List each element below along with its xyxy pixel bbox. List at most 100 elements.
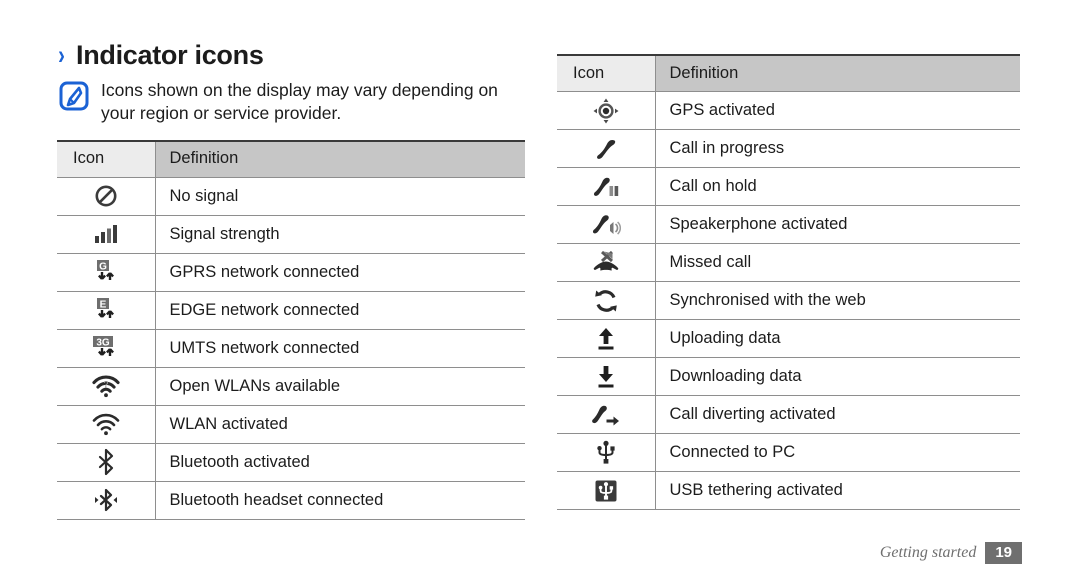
table-row: WLAN activated [57, 405, 525, 444]
icon-cell [57, 443, 156, 482]
svg-text:3G: 3G [96, 337, 110, 348]
icon-cell [557, 167, 656, 206]
gprs-network-icon: G [57, 254, 155, 291]
footer-section-label: Getting started [879, 543, 977, 561]
usb-connected-icon [557, 434, 655, 471]
page-title: › Indicator icons [57, 40, 525, 71]
icon-cell: 3G [57, 329, 156, 368]
icon-cell [557, 91, 656, 130]
icon-cell [557, 205, 656, 244]
chevron-right-icon: › [58, 40, 65, 70]
table-row: Call in progress [557, 129, 1020, 168]
icon-cell [557, 319, 656, 358]
table-row: Missed call [557, 243, 1020, 282]
definition-cell: Call in progress [655, 129, 1020, 168]
table-row: USB tethering activated [557, 471, 1020, 510]
usb-tethering-icon [557, 472, 655, 509]
svg-text:?: ? [103, 380, 109, 390]
speakerphone-icon [557, 206, 655, 243]
icon-cell [557, 395, 656, 434]
column-header-definition: Definition [155, 139, 525, 178]
table-row: Call diverting activated [557, 395, 1020, 434]
svg-text:G: G [99, 261, 107, 272]
table-row: Signal strength [57, 215, 525, 254]
call-diverting-icon [557, 396, 655, 433]
note-text: Icons shown on the display may vary depe… [101, 80, 498, 124]
icon-cell: G [57, 253, 156, 292]
open-wlan-icon: ? [57, 368, 155, 405]
no-signal-icon [57, 178, 155, 215]
definition-cell: Missed call [655, 243, 1020, 282]
table-header-row: Icon Definition [57, 139, 525, 178]
table-row: Connected to PC [557, 433, 1020, 472]
indicator-table-left: Icon Definition No signal Signal strengt… [57, 139, 525, 520]
gps-activated-icon [557, 92, 655, 129]
icon-cell [557, 129, 656, 168]
definition-cell: Call diverting activated [655, 395, 1020, 434]
icon-cell: E [57, 291, 156, 330]
icon-cell [57, 215, 156, 254]
umts-network-icon: 3G [57, 330, 155, 367]
manual-page: › Indicator icons Icons shown on the dis… [0, 0, 1080, 586]
sync-web-icon [557, 282, 655, 319]
call-on-hold-icon [557, 168, 655, 205]
icon-cell [57, 177, 156, 216]
indicator-table-right: Icon Definition GPS activated Call in pr… [557, 54, 1020, 510]
table-row: GPS activated [557, 91, 1020, 130]
note-callout: Icons shown on the display may vary depe… [59, 79, 525, 126]
icon-cell [57, 405, 156, 444]
download-data-icon [557, 358, 655, 395]
table-row: Speakerphone activated [557, 205, 1020, 244]
definition-cell: Synchronised with the web [655, 281, 1020, 320]
missed-call-icon [557, 244, 655, 281]
table-header-row: Icon Definition [557, 54, 1020, 92]
icon-cell [557, 281, 656, 320]
definition-cell: Call on hold [655, 167, 1020, 206]
definition-cell: Signal strength [155, 215, 525, 254]
table-row: 3G UMTS network connected [57, 329, 525, 368]
table-row: No signal [57, 177, 525, 216]
table-row: G GPRS network connected [57, 253, 525, 292]
upload-data-icon [557, 320, 655, 357]
definition-cell: EDGE network connected [155, 291, 525, 330]
table-row: Call on hold [557, 167, 1020, 206]
definition-cell: GPS activated [655, 91, 1020, 130]
definition-cell: GPRS network connected [155, 253, 525, 292]
icon-cell [557, 471, 656, 510]
bluetooth-activated-icon [57, 444, 155, 481]
definition-cell: Bluetooth headset connected [155, 481, 525, 520]
icon-cell [557, 433, 656, 472]
page-number: 19 [985, 541, 1022, 564]
definition-cell: No signal [155, 177, 525, 216]
page-title-text: Indicator icons [76, 40, 264, 70]
icon-cell [57, 481, 156, 520]
table-row: Bluetooth activated [57, 443, 525, 482]
definition-cell: USB tethering activated [655, 471, 1020, 510]
table-row: ? Open WLANs available [57, 367, 525, 406]
table-row: Synchronised with the web [557, 281, 1020, 320]
column-header-icon: Icon [57, 139, 156, 178]
icon-cell: ? [57, 367, 156, 406]
svg-text:E: E [99, 299, 106, 310]
page-footer: Getting started 19 [879, 541, 1022, 564]
wlan-activated-icon [57, 406, 155, 443]
table-row: Downloading data [557, 357, 1020, 396]
signal-strength-icon [57, 216, 155, 253]
icon-cell [557, 357, 656, 396]
table-row: E EDGE network connected [57, 291, 525, 330]
edge-network-icon: E [57, 292, 155, 329]
definition-cell: Downloading data [655, 357, 1020, 396]
definition-cell: Bluetooth activated [155, 443, 525, 482]
definition-cell: Open WLANs available [155, 367, 525, 406]
definition-cell: Connected to PC [655, 433, 1020, 472]
note-pen-icon [59, 81, 89, 111]
table-row: Bluetooth headset connected [57, 481, 525, 520]
column-header-definition: Definition [655, 54, 1020, 92]
definition-cell: UMTS network connected [155, 329, 525, 368]
definition-cell: Uploading data [655, 319, 1020, 358]
left-column: › Indicator icons Icons shown on the dis… [57, 40, 525, 520]
definition-cell: Speakerphone activated [655, 205, 1020, 244]
column-header-icon: Icon [557, 54, 656, 92]
definition-cell: WLAN activated [155, 405, 525, 444]
right-column: Icon Definition GPS activated Call in pr… [557, 54, 1020, 510]
